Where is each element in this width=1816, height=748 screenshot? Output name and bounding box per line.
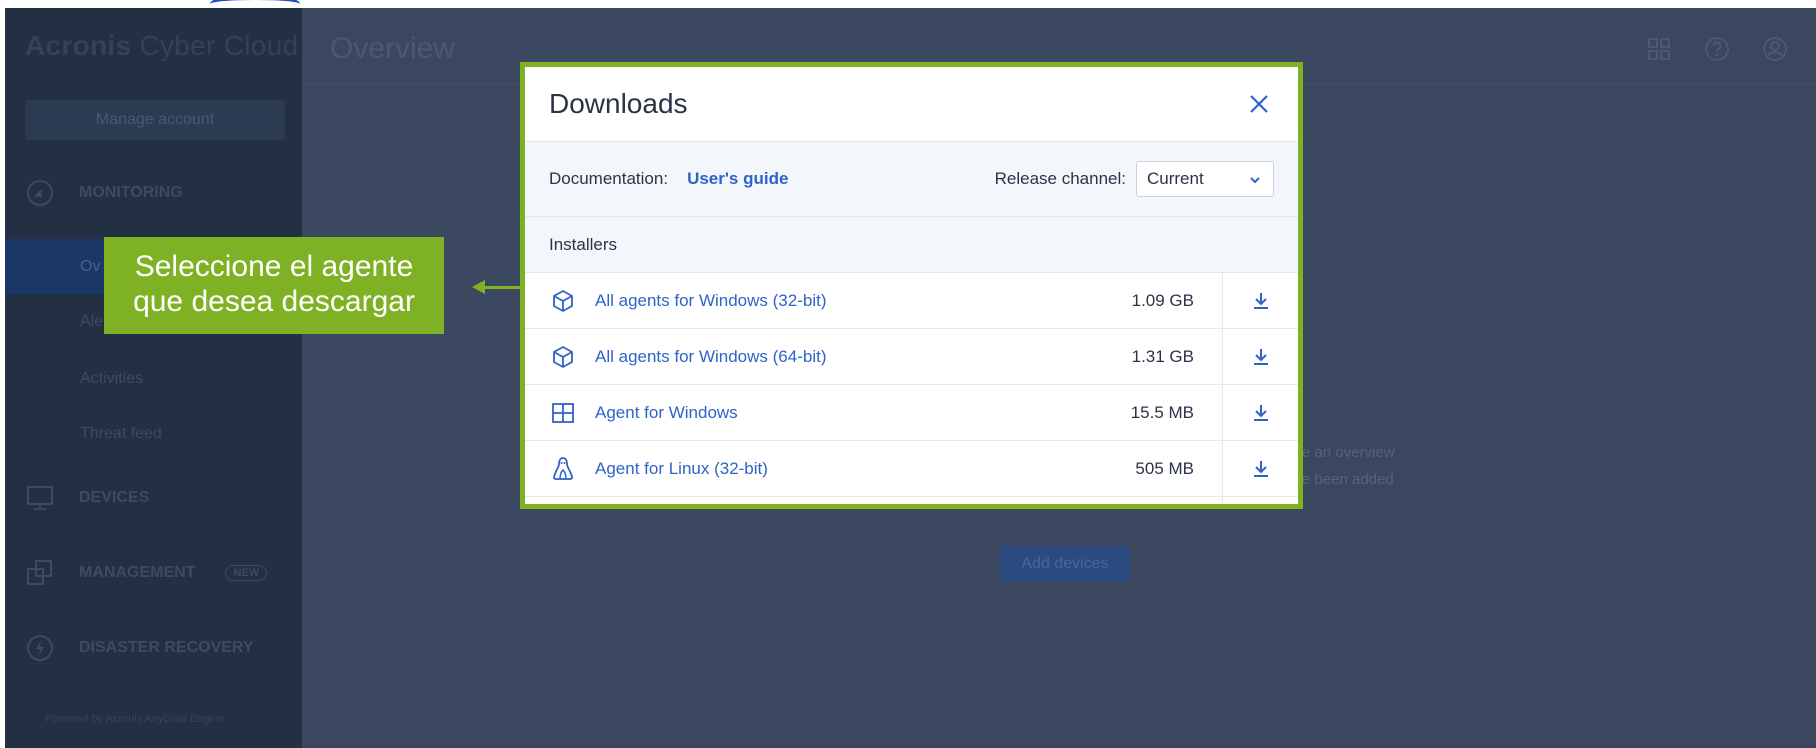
callout-annotation: Seleccione el agente que desea descargar xyxy=(104,237,444,334)
sidebar-section-devices[interactable]: DEVICES xyxy=(25,483,149,513)
sidebar-section-disaster-recovery[interactable]: DISASTER RECOVERY xyxy=(25,633,254,663)
sidebar-section-label: DISASTER RECOVERY xyxy=(79,639,254,656)
callout-line-1: Seleccione el agente xyxy=(134,250,414,283)
installer-size: 505 MB xyxy=(1135,458,1194,478)
sidebar-section-label: MONITORING xyxy=(79,184,183,201)
documentation-label: Documentation: xyxy=(549,169,669,188)
package-icon xyxy=(549,287,577,315)
manage-account-button[interactable]: Manage account xyxy=(25,100,285,140)
package-icon xyxy=(549,343,577,371)
powered-by-text: Powered by Acronis AnyData Engine xyxy=(45,713,225,725)
release-channel-select[interactable]: Current xyxy=(1136,161,1274,197)
installer-row[interactable]: All agents for Windows (64-bit) 1.31 GB xyxy=(525,328,1298,385)
sidebar-section-label: MANAGEMENT xyxy=(79,564,196,581)
chevron-down-icon xyxy=(1249,169,1261,189)
dialog-header: Downloads xyxy=(525,67,1298,142)
sidebar-section-monitoring[interactable]: MONITORING xyxy=(25,178,183,208)
help-icon[interactable] xyxy=(1701,33,1733,65)
callout-line-2: que desea descargar xyxy=(133,285,415,318)
callout-arrow-line xyxy=(484,286,520,289)
installer-name[interactable]: All agents for Windows (32-bit) xyxy=(595,291,1102,311)
gauge-icon xyxy=(25,178,55,208)
windows-icon xyxy=(549,399,577,427)
installer-size: 1.31 GB xyxy=(1131,346,1194,366)
installer-row[interactable]: All agents for Windows (32-bit) 1.09 GB xyxy=(525,272,1298,329)
release-channel-value: Current xyxy=(1147,169,1204,188)
sidebar-item-overview[interactable]: Ov xyxy=(80,258,100,276)
new-badge: NEW xyxy=(225,565,268,581)
installer-row[interactable]: Agent for Linux (32-bit) 505 MB xyxy=(525,440,1298,497)
installer-name[interactable]: All agents for Windows (64-bit) xyxy=(595,347,1102,367)
dialog-title: Downloads xyxy=(549,88,688,119)
download-icon[interactable] xyxy=(1222,272,1298,329)
overview-empty-text-2: e been added xyxy=(1302,471,1394,488)
installer-size: 1.09 GB xyxy=(1131,290,1194,310)
page-title: Overview xyxy=(330,32,456,65)
account-icon[interactable] xyxy=(1759,33,1791,65)
lightning-icon xyxy=(25,633,55,663)
header-toolbar xyxy=(1643,33,1791,65)
download-icon[interactable] xyxy=(1222,440,1298,497)
management-icon xyxy=(25,558,55,588)
installer-name[interactable]: Agent for Windows xyxy=(595,403,1102,423)
monitor-icon xyxy=(25,483,55,513)
release-channel-label: Release channel: xyxy=(994,169,1126,188)
sidebar-section-label: DEVICES xyxy=(79,489,150,506)
sidebar-section-management[interactable]: MANAGEMENT NEW xyxy=(25,558,268,588)
documentation-bar: Documentation: User's guide Release chan… xyxy=(525,142,1298,217)
download-icon[interactable] xyxy=(1222,384,1298,441)
top-accent-decoration xyxy=(210,0,300,8)
downloads-dialog: Downloads Documentation: User's guide Re… xyxy=(520,62,1303,509)
brand-logo: Acronis Cyber Cloud xyxy=(25,30,299,61)
arrow-left-icon xyxy=(472,280,485,294)
sidebar-item-threat-feed[interactable]: Threat feed xyxy=(80,425,162,443)
sidebar-item-alerts[interactable]: Ale xyxy=(80,313,103,331)
download-icon[interactable] xyxy=(1222,328,1298,385)
download-cell-partial xyxy=(1222,497,1298,504)
close-icon[interactable] xyxy=(1244,89,1274,119)
installer-row[interactable]: Agent for Windows 15.5 MB xyxy=(525,384,1298,441)
linux-icon xyxy=(549,455,577,483)
sidebar-item-activities[interactable]: Activities xyxy=(80,370,143,388)
grid-icon[interactable] xyxy=(1643,33,1675,65)
installer-name[interactable]: Agent for Linux (32-bit) xyxy=(595,459,1102,479)
sidebar: Acronis Cyber Cloud Manage account MONIT… xyxy=(5,8,302,748)
installer-row-partial xyxy=(525,497,1298,504)
installer-size: 15.5 MB xyxy=(1130,402,1194,422)
installers-section-header: Installers xyxy=(525,217,1298,273)
add-devices-button[interactable]: Add devices xyxy=(1000,546,1130,582)
overview-empty-text-1: e an overview xyxy=(1302,444,1395,461)
users-guide-link[interactable]: User's guide xyxy=(687,169,788,189)
